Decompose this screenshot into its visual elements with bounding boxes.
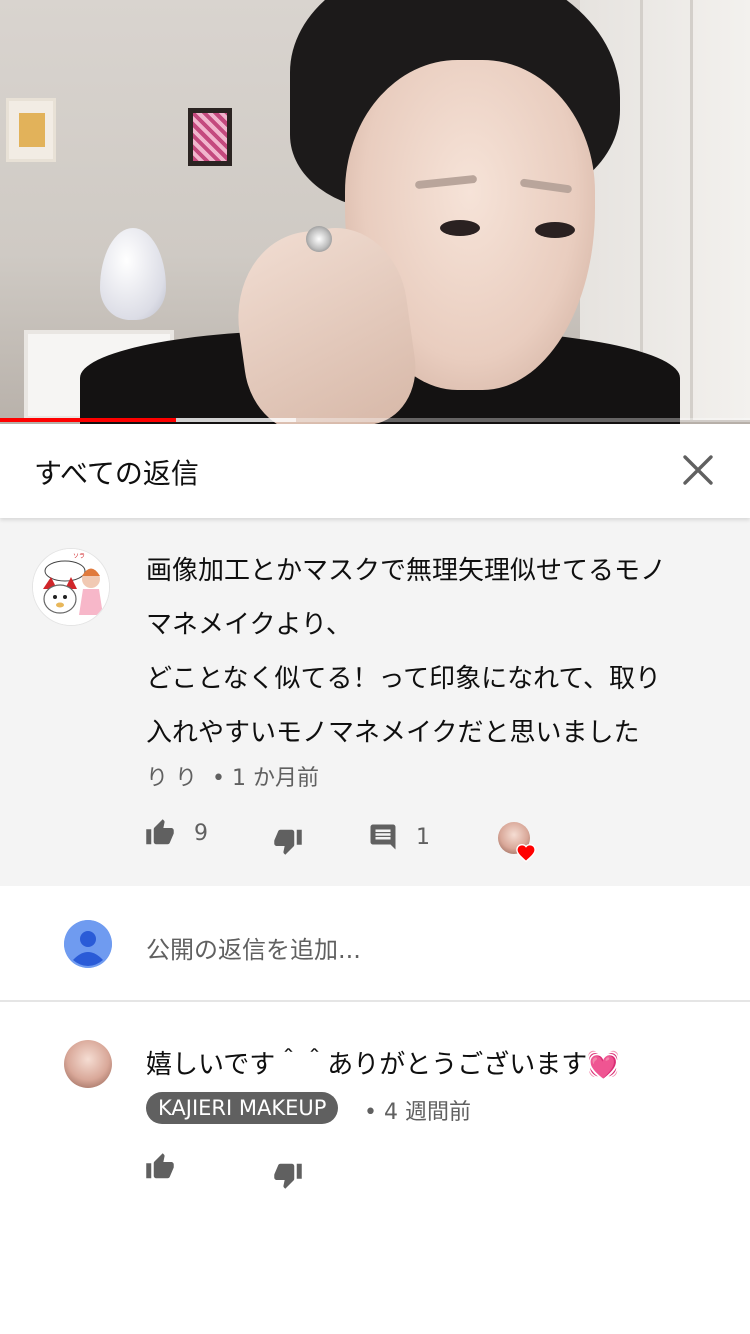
mascot-avatar-icon: ソラ xyxy=(33,549,109,625)
reply-author-avatar[interactable] xyxy=(64,1040,112,1088)
reply-dislike-button[interactable] xyxy=(272,1160,304,1190)
thumbs-down-icon xyxy=(274,829,302,855)
comment-time: • 1 か月前 xyxy=(212,766,319,791)
comment-line: 画像加工とかマスクで無理矢理似せてるモノ xyxy=(146,556,667,586)
video-player[interactable] xyxy=(0,0,750,424)
creator-heart-badge xyxy=(498,822,536,862)
replies-header: すべての返信 xyxy=(0,424,750,518)
heart-icon xyxy=(516,844,536,862)
reply-time: • 4 週間前 xyxy=(364,1100,471,1125)
video-door-edge xyxy=(690,0,693,420)
video-earring xyxy=(306,226,332,252)
like-count: 9 xyxy=(194,820,208,846)
dislike-button[interactable] xyxy=(272,826,304,856)
progress-played xyxy=(0,418,177,422)
commenter-avatar[interactable]: ソラ xyxy=(32,548,110,626)
parent-comment: ソラ 画像加工とかマスクで無理矢理似せてるモノ マネメイクより、 どことなく似て… xyxy=(0,518,750,886)
reply-body: 嬉しいです＾＾ありがとうございます💓 xyxy=(146,1050,620,1080)
default-user-icon xyxy=(64,920,112,968)
comment-body: 画像加工とかマスクで無理矢理似せてるモノ マネメイクより、 どことなく似てる！っ… xyxy=(146,544,726,760)
comment-line: 入れやすいモノマネメイクだと思いました xyxy=(146,718,640,748)
user-avatar xyxy=(64,920,112,968)
video-progress-bar[interactable] xyxy=(0,418,750,422)
reply-like-button[interactable] xyxy=(144,1152,176,1182)
comment-icon xyxy=(370,824,396,850)
comment-line: マネメイクより、 xyxy=(146,610,352,640)
comment-line: どことなく似てる！って印象になれて、取り xyxy=(146,664,662,694)
video-humidifier xyxy=(100,228,166,320)
comment-meta: り り • 1 か月前 xyxy=(146,760,319,792)
replies-title: すべての返信 xyxy=(34,457,199,490)
svg-text:ソラ: ソラ xyxy=(73,553,85,560)
reply-input[interactable]: 公開の返信を追加... xyxy=(146,930,361,965)
thumbs-up-icon xyxy=(146,819,174,845)
close-icon xyxy=(683,455,713,485)
reply-input-row: 公開の返信を追加... xyxy=(0,886,750,1002)
close-button[interactable] xyxy=(676,448,720,492)
video-picture-frame xyxy=(188,108,232,166)
thumbs-up-icon xyxy=(146,1153,174,1179)
creator-author-badge[interactable]: KAJIERI MAKEUP xyxy=(146,1092,339,1124)
reply-button[interactable]: 1 xyxy=(368,822,430,852)
thumbs-down-icon xyxy=(274,1163,302,1189)
video-picture-frame xyxy=(6,98,56,162)
reply-count: 1 xyxy=(416,824,430,850)
like-button[interactable]: 9 xyxy=(144,818,208,848)
comment-author[interactable]: り り xyxy=(146,766,197,791)
